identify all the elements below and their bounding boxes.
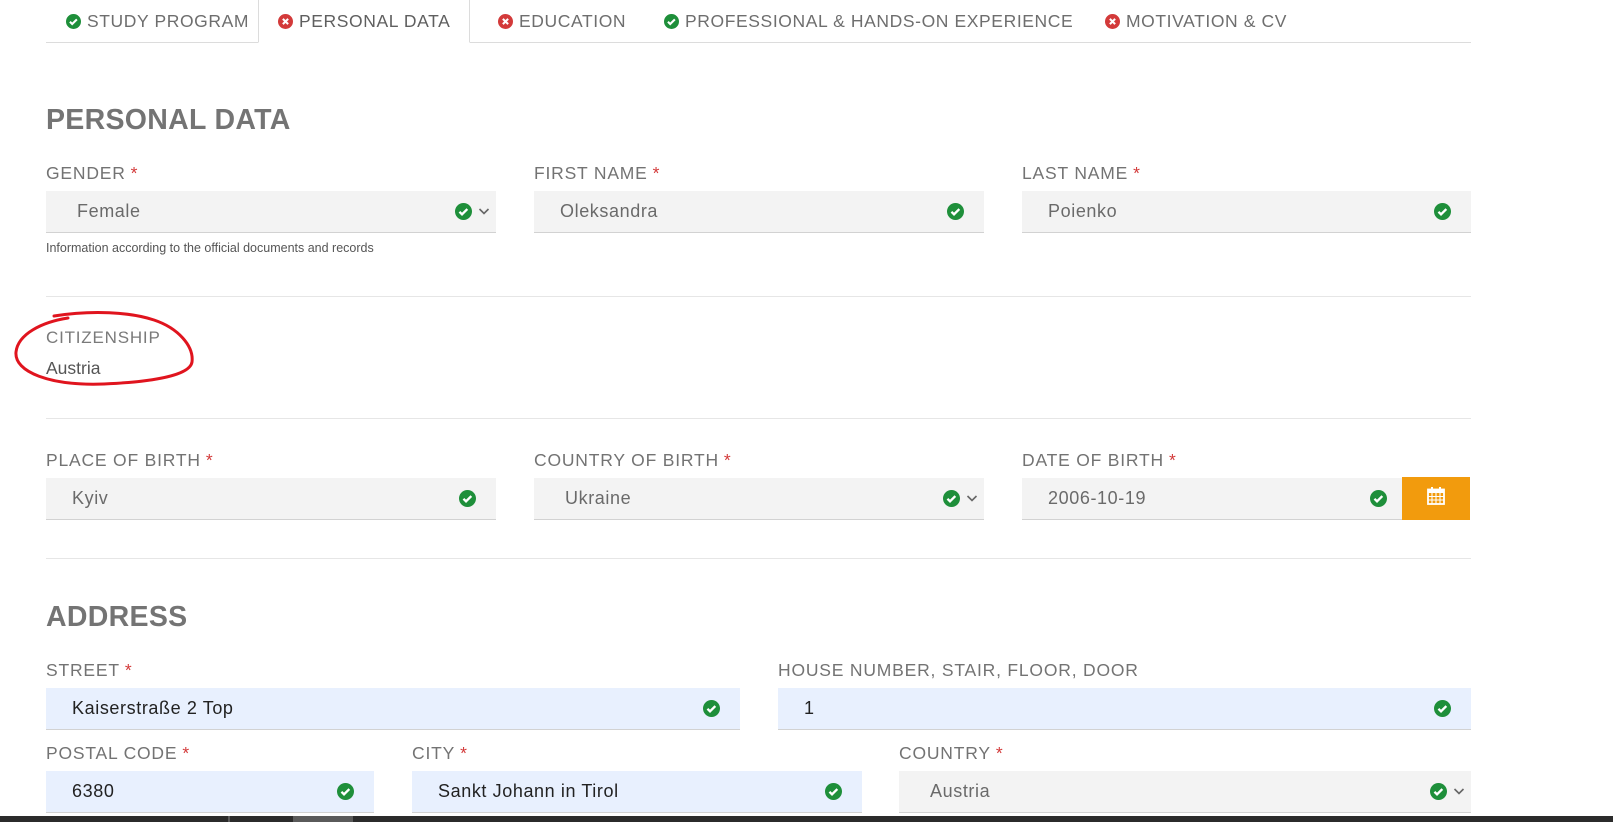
postal-code-field[interactable]: 6380 xyxy=(46,771,374,813)
address-heading: ADDRESS xyxy=(46,601,188,633)
city-field[interactable]: Sankt Johann in Tirol xyxy=(412,771,862,813)
annotation-circle xyxy=(14,311,194,386)
check-circle-icon xyxy=(1434,203,1451,220)
tab-professional-experience[interactable]: PROFESSIONAL & HANDS-ON EXPERIENCE xyxy=(664,0,1073,42)
gender-select[interactable]: Female xyxy=(46,191,496,233)
tab-label: PROFESSIONAL & HANDS-ON EXPERIENCE xyxy=(685,10,1074,31)
street-value: Kaiserstraße 2 Top xyxy=(72,698,234,718)
tab-education[interactable]: EDUCATION xyxy=(498,0,626,42)
check-circle-icon xyxy=(66,13,81,29)
chevron-down-icon xyxy=(1453,784,1465,798)
tab-study-program[interactable]: STUDY PROGRAM xyxy=(66,0,249,42)
tab-bar: STUDY PROGRAM PERSONAL DATA EDUCATION PR… xyxy=(46,0,1471,43)
x-circle-icon xyxy=(278,13,293,29)
street-label: STREET * xyxy=(46,660,133,680)
country-value: Austria xyxy=(930,781,991,801)
date-of-birth-field[interactable]: 2006-10-19 xyxy=(1022,478,1403,520)
check-circle-icon xyxy=(459,490,476,507)
last-name-value: Poienko xyxy=(1048,201,1118,221)
tab-label: PERSONAL DATA xyxy=(299,10,451,31)
date-of-birth-label: DATE OF BIRTH * xyxy=(1022,450,1177,470)
personal-data-heading: PERSONAL DATA xyxy=(46,104,291,136)
tab-label: STUDY PROGRAM xyxy=(87,10,250,31)
chevron-down-icon xyxy=(966,491,978,505)
check-circle-icon xyxy=(1430,783,1447,800)
last-name-label: LAST NAME * xyxy=(1022,163,1141,183)
country-label: COUNTRY * xyxy=(899,743,1004,763)
check-circle-icon xyxy=(943,490,960,507)
taskbar-active-item[interactable] xyxy=(293,816,353,822)
divider xyxy=(46,296,1471,297)
divider xyxy=(46,418,1471,419)
first-name-label: FIRST NAME * xyxy=(534,163,661,183)
calendar-icon xyxy=(1426,486,1446,511)
first-name-field[interactable]: Oleksandra xyxy=(534,191,984,233)
x-circle-icon xyxy=(498,13,513,29)
country-of-birth-label: COUNTRY OF BIRTH * xyxy=(534,450,732,470)
gender-value: Female xyxy=(77,201,141,221)
tab-motivation-cv[interactable]: MOTIVATION & CV xyxy=(1105,0,1287,42)
street-field[interactable]: Kaiserstraße 2 Top xyxy=(46,688,740,730)
check-circle-icon xyxy=(1370,490,1387,507)
last-name-field[interactable]: Poienko xyxy=(1022,191,1471,233)
place-of-birth-label: PLACE OF BIRTH * xyxy=(46,450,214,470)
country-select[interactable]: Austria xyxy=(899,771,1471,813)
date-of-birth-value: 2006-10-19 xyxy=(1048,488,1147,508)
chevron-down-icon xyxy=(478,204,490,218)
taskbar-separator xyxy=(228,816,230,822)
check-circle-icon xyxy=(337,783,354,800)
calendar-button[interactable] xyxy=(1402,477,1470,520)
place-of-birth-field[interactable]: Kyiv xyxy=(46,478,496,520)
divider xyxy=(46,558,1471,559)
country-of-birth-select[interactable]: Ukraine xyxy=(534,478,984,520)
gender-label: GENDER * xyxy=(46,163,139,183)
taskbar xyxy=(0,816,1613,822)
postal-code-value: 6380 xyxy=(72,781,115,801)
tab-personal-data[interactable]: PERSONAL DATA xyxy=(258,0,471,43)
check-circle-icon xyxy=(703,700,720,717)
house-number-label: HOUSE NUMBER, STAIR, FLOOR, DOOR xyxy=(778,660,1139,680)
check-circle-icon xyxy=(1434,700,1451,717)
country-of-birth-value: Ukraine xyxy=(565,488,632,508)
tab-label: MOTIVATION & CV xyxy=(1126,10,1287,31)
first-name-value: Oleksandra xyxy=(560,201,659,221)
check-circle-icon xyxy=(664,13,679,29)
check-circle-icon xyxy=(947,203,964,220)
city-label: CITY * xyxy=(412,743,468,763)
city-value: Sankt Johann in Tirol xyxy=(438,781,619,801)
tab-label: EDUCATION xyxy=(519,10,627,31)
x-circle-icon xyxy=(1105,13,1120,29)
house-number-value: 1 xyxy=(804,698,815,718)
check-circle-icon xyxy=(455,203,472,220)
check-circle-icon xyxy=(825,783,842,800)
place-of-birth-value: Kyiv xyxy=(72,488,109,508)
postal-code-label: POSTAL CODE * xyxy=(46,743,190,763)
gender-hint: Information according to the official do… xyxy=(46,241,374,255)
house-number-field[interactable]: 1 xyxy=(778,688,1471,730)
